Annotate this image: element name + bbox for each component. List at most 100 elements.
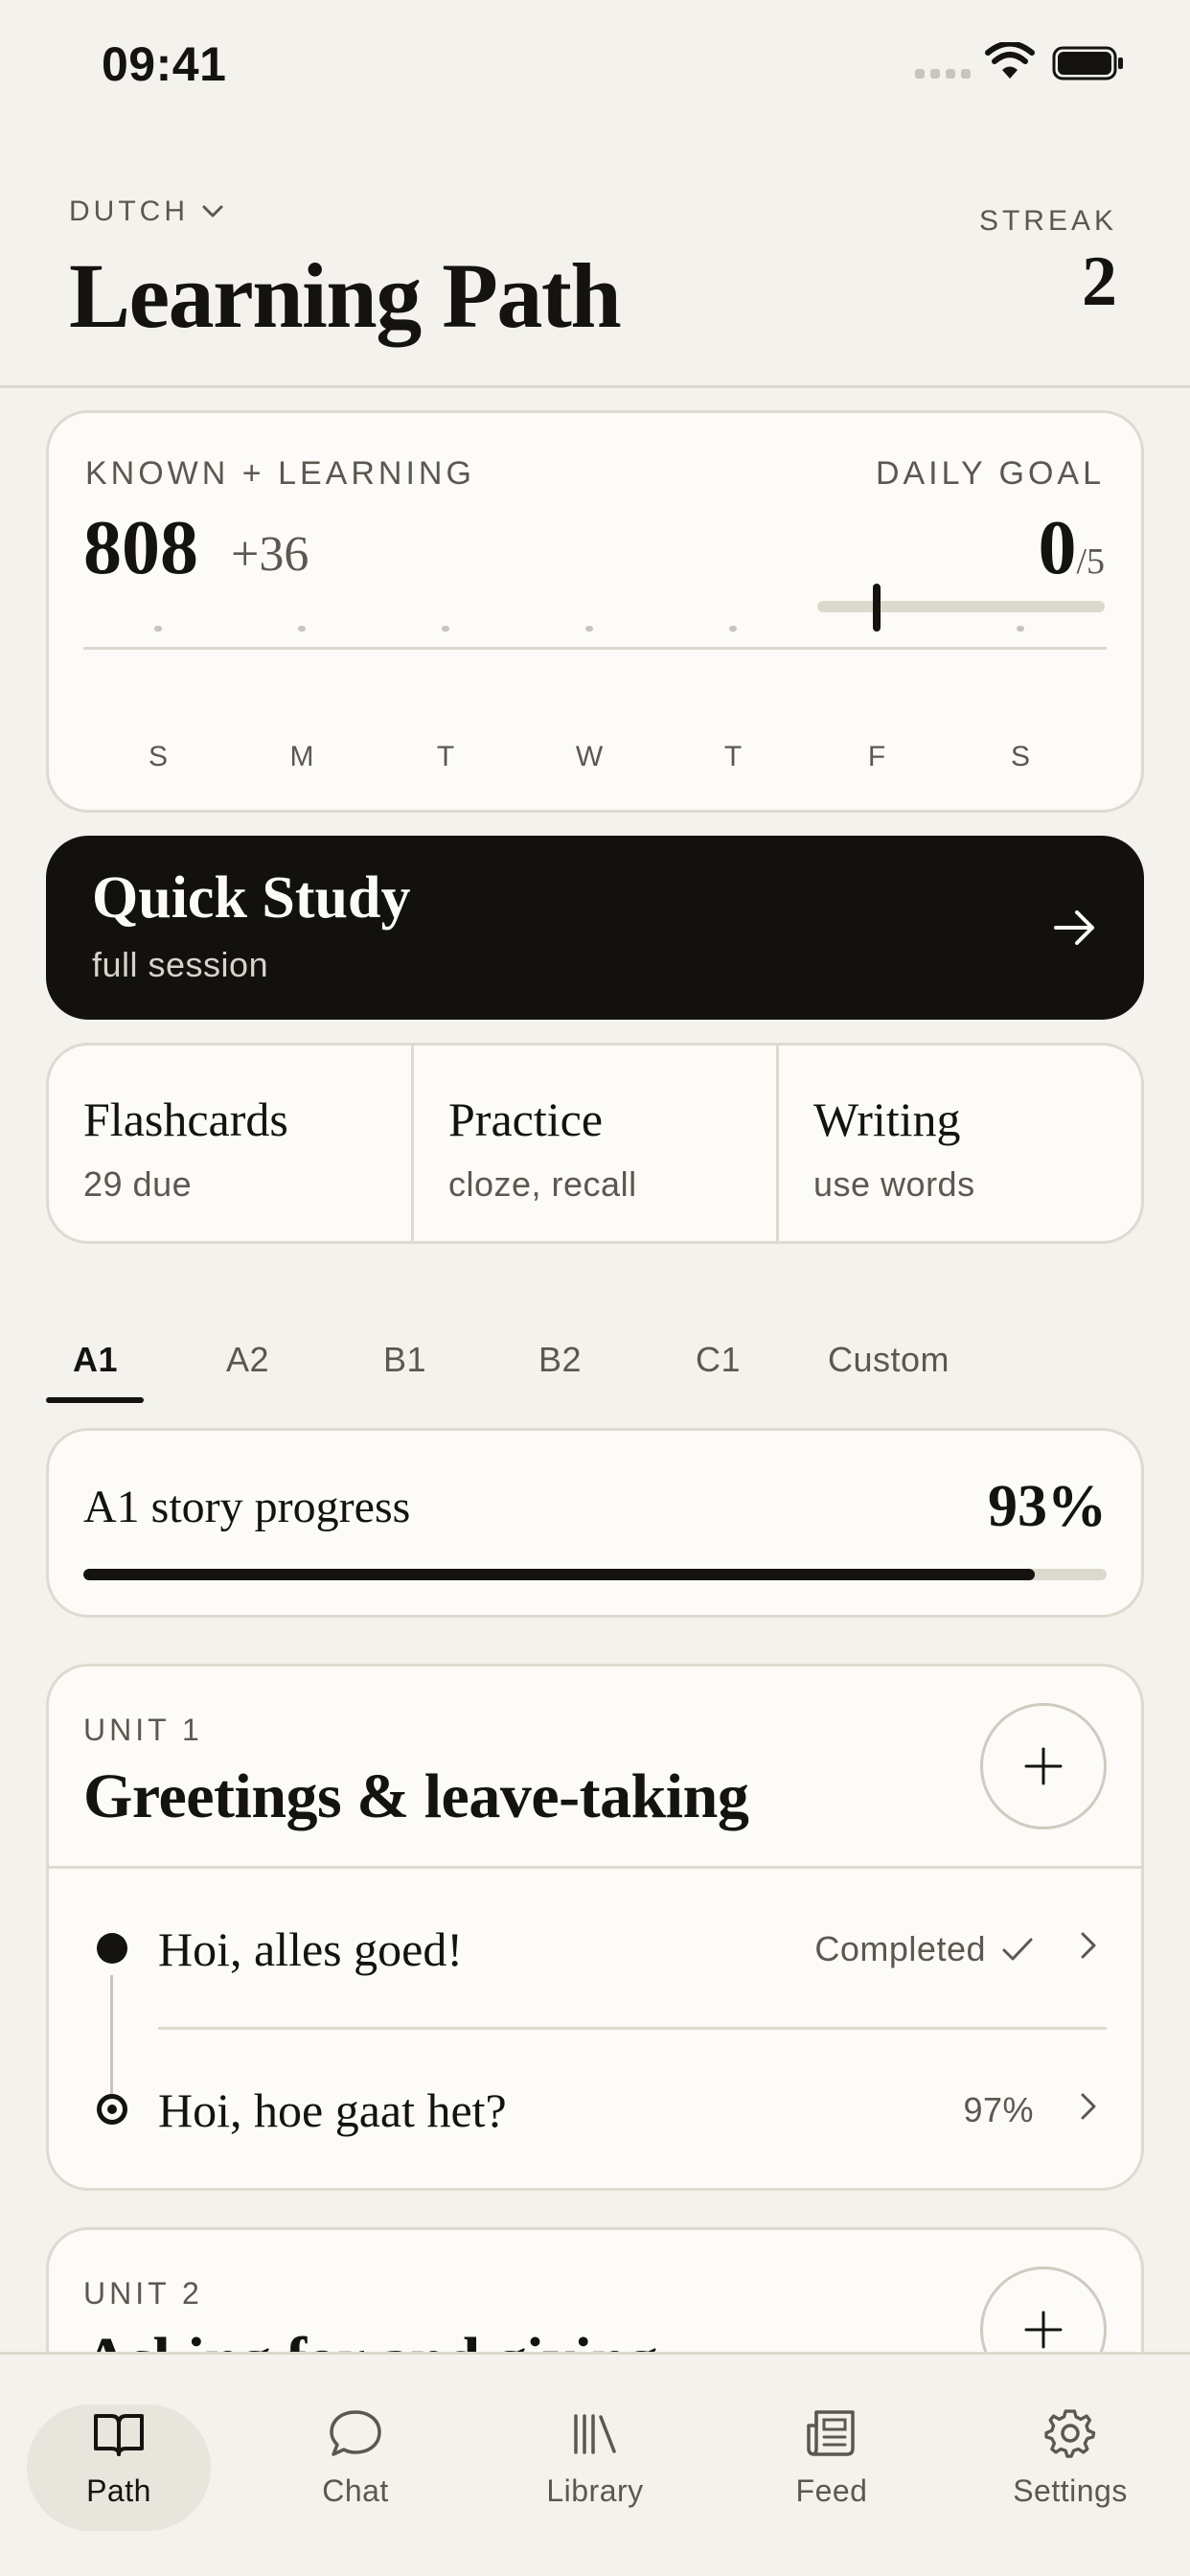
language-label: DUTCH bbox=[69, 196, 189, 227]
mode-title: Writing bbox=[813, 1092, 961, 1146]
week-day-activity-bar bbox=[154, 626, 162, 632]
quick-study-button[interactable]: Quick Study full session bbox=[46, 836, 1144, 1020]
week-day-activity-bar bbox=[1017, 626, 1024, 632]
plus-icon bbox=[1024, 2311, 1063, 2349]
cellular-signal-icon bbox=[915, 69, 971, 82]
library-icon bbox=[574, 2414, 616, 2454]
tab-custom[interactable]: Custom bbox=[828, 1340, 950, 1380]
page-title: Learning Path bbox=[69, 244, 622, 347]
chat-bubble-icon bbox=[330, 2410, 381, 2456]
chevron-down-icon bbox=[202, 205, 223, 218]
active-tab-indicator bbox=[46, 1397, 144, 1403]
known-learning-delta: +36 bbox=[231, 527, 309, 582]
unit-title: Greetings & leave-taking bbox=[83, 1761, 749, 1831]
unit-label: UNIT 1 bbox=[83, 1713, 203, 1747]
nav-path[interactable]: Path bbox=[28, 2404, 210, 2529]
quick-study-title: Quick Study bbox=[92, 865, 411, 931]
week-day-label: M bbox=[289, 741, 314, 772]
tab-b2[interactable]: B2 bbox=[538, 1340, 582, 1380]
stats-card: KNOWN + LEARNING 808 +36 DAILY GOAL 0/5 … bbox=[46, 410, 1144, 813]
tab-b1[interactable]: B1 bbox=[383, 1340, 426, 1380]
lesson-status-text: 97% bbox=[963, 2090, 1034, 2129]
mode-subtitle: cloze, recall bbox=[448, 1164, 637, 1204]
status-time: 09:41 bbox=[102, 37, 227, 91]
mode-writing[interactable]: Writing use words bbox=[779, 1046, 1141, 1241]
week-day-label: T bbox=[436, 741, 455, 772]
lesson-current-dot bbox=[97, 2094, 127, 2125]
wifi-icon bbox=[985, 42, 1035, 79]
nav-label: Feed bbox=[795, 2473, 868, 2508]
daily-goal-label: DAILY GOAL bbox=[875, 455, 1105, 492]
lesson-item[interactable]: Hoi, hoe gaat het? 97% bbox=[49, 2050, 1141, 2165]
story-progress-card: A1 story progress 93% bbox=[46, 1428, 1144, 1618]
stats-divider bbox=[83, 647, 1107, 650]
lesson-status: Completed bbox=[814, 1929, 1034, 1969]
week-day-label: W bbox=[575, 741, 604, 772]
quick-study-subtitle: full session bbox=[92, 945, 269, 984]
level-tabs: A1 A2 B1 B2 C1 Custom bbox=[46, 1332, 1144, 1409]
mode-practice[interactable]: Practice cloze, recall bbox=[414, 1046, 779, 1241]
book-open-icon bbox=[94, 2414, 144, 2456]
daily-goal-total: /5 bbox=[1076, 541, 1105, 582]
unit-divider bbox=[49, 1866, 1141, 1869]
nav-library[interactable]: Library bbox=[504, 2404, 686, 2529]
streak-value: 2 bbox=[1082, 242, 1117, 321]
week-day-activity-bar bbox=[442, 626, 449, 632]
study-modes: Flashcards 29 due Practice cloze, recall… bbox=[46, 1043, 1144, 1244]
lesson-divider bbox=[158, 2027, 1107, 2030]
nav-chat[interactable]: Chat bbox=[264, 2404, 446, 2529]
mode-title: Flashcards bbox=[83, 1092, 288, 1146]
nav-feed[interactable]: Feed bbox=[741, 2404, 923, 2529]
nav-settings[interactable]: Settings bbox=[979, 2404, 1161, 2529]
language-selector[interactable]: DUTCH bbox=[69, 196, 223, 228]
mode-subtitle: 29 due bbox=[83, 1164, 193, 1204]
arrow-right-icon bbox=[1054, 910, 1094, 945]
lesson-status-text: Completed bbox=[814, 1929, 986, 1968]
week-day-activity-bar bbox=[585, 626, 593, 632]
story-progress-label: A1 story progress bbox=[83, 1482, 411, 1532]
checkmark-icon bbox=[1002, 1938, 1033, 1961]
known-learning-value: 808 bbox=[83, 506, 198, 590]
nav-label: Settings bbox=[1013, 2473, 1128, 2508]
week-activity: SMTWTFS bbox=[49, 584, 1141, 787]
battery-icon bbox=[1052, 46, 1123, 80]
nav-label: Library bbox=[546, 2473, 644, 2508]
lesson-completed-dot bbox=[97, 1933, 127, 1964]
daily-goal-progress-bar bbox=[817, 601, 1105, 612]
newspaper-icon bbox=[807, 2410, 855, 2456]
tab-c1[interactable]: C1 bbox=[696, 1340, 741, 1380]
header-divider bbox=[0, 385, 1190, 388]
week-day-label: S bbox=[1010, 741, 1030, 772]
lesson-title: Hoi, hoe gaat het? bbox=[158, 2083, 507, 2137]
mode-flashcards[interactable]: Flashcards 29 due bbox=[49, 1046, 414, 1241]
week-day-activity-bar bbox=[729, 626, 737, 632]
mode-title: Practice bbox=[448, 1092, 604, 1146]
status-bar: 09:41 bbox=[0, 0, 1190, 134]
week-day-label: T bbox=[723, 741, 743, 772]
week-day-label: S bbox=[148, 741, 168, 772]
daily-goal-value: 0/5 bbox=[1038, 505, 1105, 592]
daily-goal-done: 0 bbox=[1038, 506, 1077, 590]
bottom-navigation: Path Chat Library Feed Settings bbox=[0, 2352, 1190, 2576]
week-day-label: F bbox=[867, 741, 886, 772]
unit-label: UNIT 2 bbox=[83, 2276, 203, 2311]
week-day-activity-bar bbox=[873, 584, 881, 632]
story-progress-fill bbox=[83, 1569, 1036, 1580]
unit-card: UNIT 1 Greetings & leave-taking Hoi, all… bbox=[46, 1664, 1144, 2191]
nav-label: Chat bbox=[322, 2473, 389, 2508]
story-progress-bar bbox=[83, 1569, 1107, 1580]
chevron-right-icon bbox=[1081, 1932, 1096, 1959]
plus-icon bbox=[1024, 1747, 1063, 1785]
lesson-item[interactable]: Hoi, alles goed! Completed bbox=[49, 1889, 1141, 2004]
nav-label: Path bbox=[86, 2473, 151, 2508]
tab-a2[interactable]: A2 bbox=[226, 1340, 269, 1380]
streak-label: STREAK bbox=[978, 205, 1117, 237]
tab-a1[interactable]: A1 bbox=[73, 1340, 118, 1380]
add-unit-button[interactable] bbox=[980, 1703, 1107, 1829]
story-progress-percent: 93% bbox=[988, 1474, 1107, 1539]
lesson-status: 97% bbox=[963, 2090, 1034, 2130]
gear-icon bbox=[1044, 2409, 1096, 2458]
week-day-activity-bar bbox=[298, 626, 306, 632]
known-learning-label: KNOWN + LEARNING bbox=[85, 455, 475, 492]
lesson-title: Hoi, alles goed! bbox=[158, 1922, 463, 1976]
